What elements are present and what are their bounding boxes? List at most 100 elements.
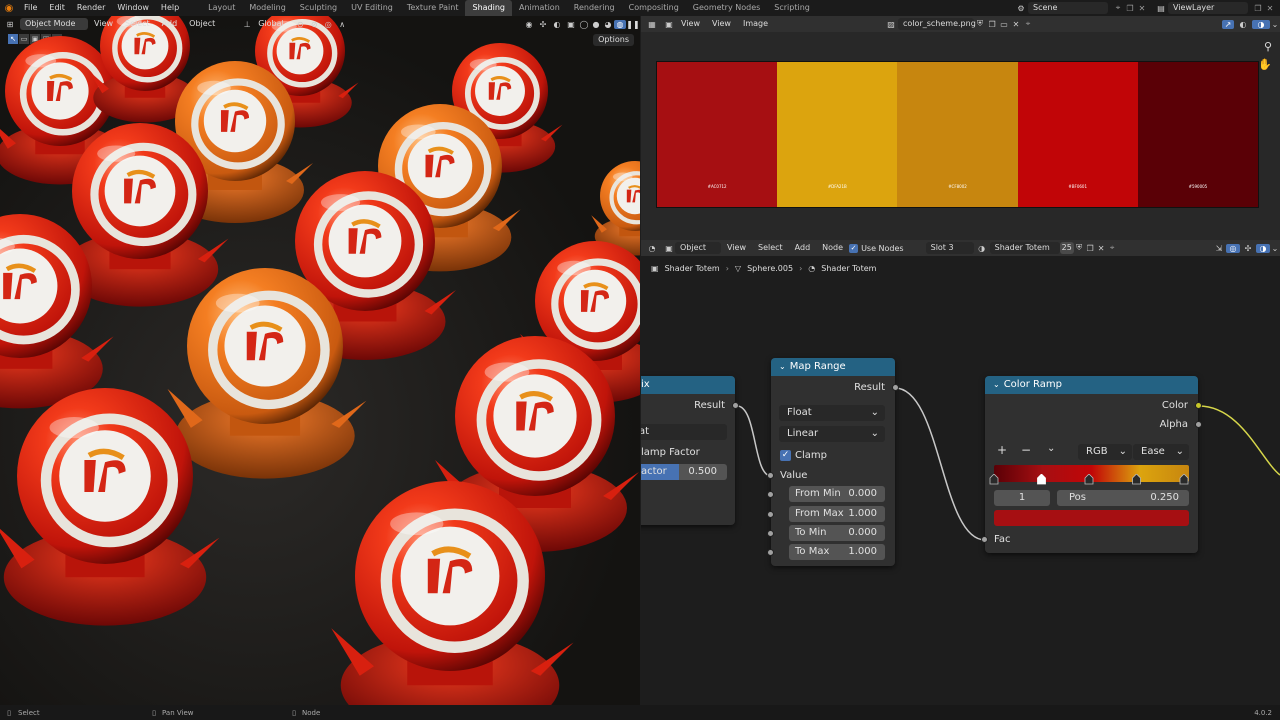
from-min-socket[interactable] [767,491,774,498]
mix-node[interactable]: ix Result at lamp Factor actor 0.500 [641,376,739,525]
tab-texture-paint[interactable]: Texture Paint [400,0,466,16]
falloff-icon[interactable]: ∧ [335,20,349,29]
image-editor[interactable]: ▦ ▣ View View Image ▨ color_scheme.png ⛨… [641,16,1280,240]
overlay-icon[interactable]: ◐ [550,20,564,29]
color-stop-handle[interactable] [1179,474,1189,485]
active-stop-index[interactable]: 1 [994,490,1050,506]
viewport-menu-add[interactable]: Add [156,16,184,32]
gizmo-toggle-icon[interactable]: ↗ [1222,19,1234,29]
proportional-edit-icon[interactable]: ◎ [321,20,335,29]
tab-modeling[interactable]: Modeling [242,0,292,16]
xray-icon[interactable]: ▣ [564,20,578,29]
mix-result-socket[interactable] [732,402,739,409]
shading-rendered-icon[interactable]: ◍ [614,19,626,29]
map-range-node[interactable]: ⌄ Map Range Result Float ⌄ Linear ⌄ ✓ Clamp … [767,358,899,566]
overlay-toggle-icon[interactable]: ◐ [1234,20,1252,29]
from-max-field[interactable]: From Max 1.000 [789,506,885,522]
to-min-field[interactable]: To Min 0.000 [789,525,885,541]
shading-material-icon[interactable]: ◕ [602,20,614,29]
viewport-menu-select[interactable]: Select [119,16,156,32]
collapse-chevron-icon[interactable]: ⌄ [779,358,786,376]
copy-icon[interactable]: ❐ [1124,4,1136,13]
pin-icon[interactable]: ⌖ [1112,3,1124,13]
image-editor-type-icon[interactable]: ▦ [641,20,663,29]
tab-geometry-nodes[interactable]: Geometry Nodes [686,0,767,16]
tab-shading[interactable]: Shading [465,0,512,16]
pin-image-icon[interactable]: ⌖ [1022,19,1034,29]
color-stop-handle[interactable] [1132,474,1141,485]
close-layer-icon[interactable]: ✕ [1264,4,1276,13]
stop-position-field[interactable]: Pos 0.250 [1057,490,1189,506]
active-stop-color[interactable] [994,510,1189,526]
from-min-field[interactable]: From Min 0.000 [789,486,885,502]
map-range-interpolation[interactable]: Linear ⌄ [779,426,885,442]
zoom-icon[interactable]: ⚲ [1264,40,1272,53]
menu-help[interactable]: Help [155,0,185,16]
menu-file[interactable]: File [18,0,43,16]
ramp-interpolation-dropdown[interactable]: Ease ⌄ [1133,444,1189,460]
transform-orientation[interactable]: Global [253,18,293,30]
map-range-result-socket[interactable] [892,384,899,391]
ramp-menu-chevron-icon[interactable]: ⌄ [1047,443,1055,454]
mix-clamp-factor-label[interactable]: lamp Factor [641,444,735,462]
blender-logo-icon[interactable]: ◉ [0,3,18,14]
visibility-icon[interactable]: ◉ [522,20,536,29]
color-ramp-header[interactable]: ⌄ Color Ramp [985,376,1198,394]
tab-sculpting[interactable]: Sculpting [293,0,344,16]
color-ramp-alpha-socket[interactable] [1195,421,1202,428]
collapse-chevron-icon[interactable]: ⌄ [993,376,1000,394]
ie-menu-view-mode[interactable]: View [675,16,706,32]
pause-icon[interactable]: ❚❚ [626,20,640,29]
unlink-image-icon[interactable]: ✕ [1010,20,1022,29]
image-browse-icon[interactable]: ▨ [884,20,898,29]
close-icon[interactable]: ✕ [1136,4,1148,13]
scene-selector[interactable]: Scene [1028,2,1108,14]
mix-factor-field[interactable]: actor 0.500 [641,464,727,480]
remove-stop-button[interactable]: − [1021,443,1031,457]
map-range-value-socket[interactable] [767,472,774,479]
shader-node-editor[interactable]: ◔ ▣ Object View Select Add Node ✓ Use No… [641,240,1280,705]
color-ramp-stops[interactable] [985,474,1198,486]
add-stop-button[interactable]: + [997,443,1007,457]
map-range-data-type[interactable]: Float ⌄ [779,405,885,421]
tab-uv-editing[interactable]: UV Editing [344,0,400,16]
viewport-menu-view[interactable]: View [88,16,119,32]
mode-selector[interactable]: Object Mode [20,18,88,30]
map-range-header[interactable]: ⌄ Map Range [771,358,895,376]
from-max-socket[interactable] [767,511,774,518]
ie-menu-image[interactable]: Image [737,16,774,32]
display-channels-icon[interactable]: ◑ [1252,19,1270,29]
copy-layer-icon[interactable]: ❐ [1252,4,1264,13]
pan-hand-icon[interactable]: ✋ [1258,58,1272,71]
3d-viewport[interactable]: ⊞ Object Mode View Select Add Object ⊥ G… [0,16,640,705]
menu-window[interactable]: Window [111,0,155,16]
snap-icon[interactable]: ⊘ [307,20,321,29]
to-min-socket[interactable] [767,530,774,537]
viewport-menu-object[interactable]: Object [183,16,221,32]
map-range-clamp-row[interactable]: ✓ Clamp [771,447,895,465]
pivot-icon[interactable]: ⊙ [293,20,307,29]
tab-rendering[interactable]: Rendering [567,0,622,16]
tab-scripting[interactable]: Scripting [767,0,817,16]
gizmo-icon[interactable]: ✣ [536,20,550,29]
mix-data-type-dropdown[interactable]: at [641,424,727,440]
shading-wireframe-icon[interactable]: ◯ [578,20,590,29]
color-ramp-color-socket[interactable] [1195,402,1202,409]
editor-type-icon[interactable]: ⊞ [0,20,20,29]
color-ramp-node[interactable]: ⌄ Color Ramp Color Alpha + − ⌄ RGB ⌄ Ease ⌄… [981,376,1202,553]
open-image-icon[interactable]: ▭ [998,20,1010,29]
mix-node-header[interactable]: ix [641,376,735,394]
color-mode-dropdown[interactable]: RGB ⌄ [1078,444,1132,460]
tab-compositing[interactable]: Compositing [622,0,686,16]
image-name-field[interactable]: color_scheme.png [898,18,976,30]
view-layer-selector[interactable]: ViewLayer [1168,2,1248,14]
color-stop-handle[interactable] [989,474,999,485]
fake-user-icon[interactable]: ⛨ [974,19,986,29]
menu-render[interactable]: Render [71,0,111,16]
menu-edit[interactable]: Edit [43,0,71,16]
ie-menu-view[interactable]: View [706,16,737,32]
new-image-icon[interactable]: ❐ [986,20,998,29]
color-ramp-fac-socket[interactable] [981,536,988,543]
color-stop-handle[interactable] [1084,474,1094,485]
tab-animation[interactable]: Animation [512,0,567,16]
